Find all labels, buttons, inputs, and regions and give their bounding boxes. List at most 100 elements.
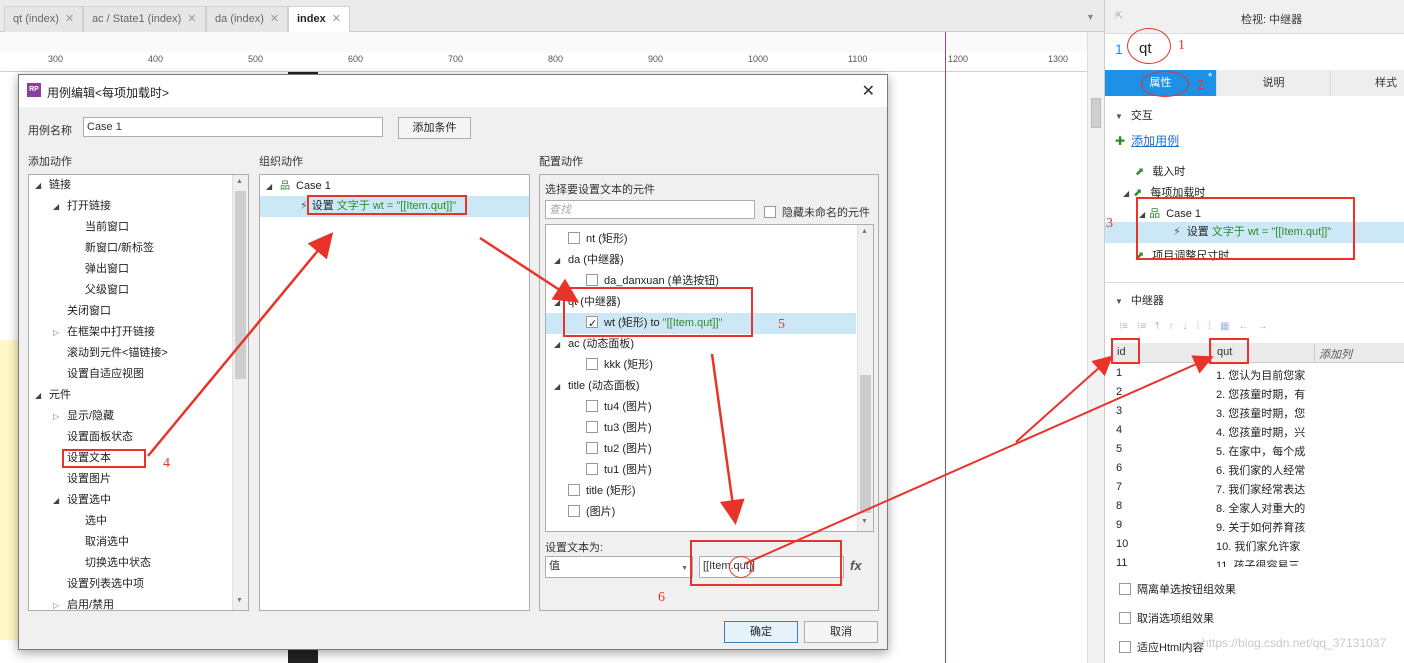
cell-id[interactable]: 8 xyxy=(1116,500,1122,512)
repeater-section[interactable]: ▼ 中继器 xyxy=(1115,292,1164,308)
expand-arrow-icon[interactable]: ◢ xyxy=(35,175,49,196)
cell-id[interactable]: 3 xyxy=(1116,405,1122,417)
cell-qut[interactable]: 8. 全家人对重大的 xyxy=(1216,500,1305,516)
option-fit-html[interactable]: 适应Html内容 xyxy=(1119,639,1204,655)
scroll-down-icon[interactable]: ▼ xyxy=(861,518,868,525)
table-row[interactable]: 11 11. 孩子很容易三 xyxy=(1110,557,1404,567)
move-right-icon[interactable]: → xyxy=(1257,321,1267,332)
action-item[interactable]: 新窗口/新标签 xyxy=(71,238,154,259)
action-item[interactable]: ▷ 启用/禁用 xyxy=(53,595,114,610)
widget-group[interactable]: ◢ ac (动态面板) xyxy=(546,334,856,355)
scroll-down-icon[interactable]: ▼ xyxy=(236,597,243,604)
cell-qut[interactable]: 4. 您孩童时期，兴 xyxy=(1216,424,1305,440)
cell-id[interactable]: 4 xyxy=(1116,424,1122,436)
collapse-arrow-icon[interactable]: ▷ xyxy=(53,322,67,343)
chevron-down-icon[interactable]: ▼ xyxy=(1115,112,1123,121)
checkbox-icon[interactable] xyxy=(586,274,598,286)
add-case-link[interactable]: ✚ 添加用例 xyxy=(1115,132,1179,149)
checkbox-icon[interactable] xyxy=(586,442,598,454)
widget-item[interactable]: tu3 (图片) xyxy=(546,418,856,439)
tab-da-index[interactable]: da (index) ✕ xyxy=(206,6,289,32)
scroll-up-icon[interactable]: ▲ xyxy=(236,178,243,185)
table-row[interactable]: 7 7. 我们家经常表达 xyxy=(1110,481,1404,500)
action-item[interactable]: 设置面板状态 xyxy=(53,427,133,448)
action-list[interactable]: ◢ 链接 ◢ 打开链接 当前窗口 新窗口/新标签 弹出窗口 父级窗口 关闭窗口 ▷ 在框架中打开链接… xyxy=(28,174,249,611)
scroll-up-icon[interactable]: ▲ xyxy=(861,228,868,235)
expand-arrow-icon[interactable]: ◢ xyxy=(35,385,49,406)
table-row[interactable]: 9 9. 关于如何养育孩 xyxy=(1110,519,1404,538)
action-item[interactable]: 父级窗口 xyxy=(71,280,129,301)
cell-id[interactable]: 7 xyxy=(1116,481,1122,493)
collapse-arrow-icon[interactable]: ▷ xyxy=(53,595,67,610)
cell-qut[interactable]: 3. 您孩童时期，您 xyxy=(1216,405,1305,421)
action-item[interactable]: 设置列表选中项 xyxy=(53,574,144,595)
option-isolate-radio[interactable]: 隔离单选按钮组效果 xyxy=(1119,581,1236,597)
action-item[interactable]: 切换选中状态 xyxy=(71,553,151,574)
table-row[interactable]: 10 10. 我们家允许家 xyxy=(1110,538,1404,557)
move-top-icon[interactable]: ⤒ xyxy=(1155,321,1159,332)
expand-arrow-icon[interactable]: ◢ xyxy=(53,490,67,511)
add-condition-button[interactable]: 添加条件 xyxy=(398,117,471,139)
cell-id[interactable]: 2 xyxy=(1116,386,1122,398)
widget-item[interactable]: kkk (矩形) xyxy=(546,355,856,376)
search-input[interactable]: 查找 xyxy=(545,200,755,219)
checkbox-icon[interactable] xyxy=(586,358,598,370)
cancel-button[interactable]: 取消 xyxy=(804,621,878,643)
action-item[interactable]: ◢ 链接 xyxy=(35,175,71,196)
move-up-icon[interactable]: ↑ xyxy=(1168,321,1173,332)
hide-unnamed-checkbox[interactable]: 隐藏未命名的元件 xyxy=(764,204,870,220)
widget-item[interactable]: tu4 (图片) xyxy=(546,397,856,418)
checkbox-icon[interactable] xyxy=(586,463,598,475)
cell-id[interactable]: 10 xyxy=(1116,538,1128,550)
action-item[interactable]: 当前窗口 xyxy=(71,217,129,238)
cell-id[interactable]: 5 xyxy=(1116,443,1122,455)
chevron-down-icon[interactable]: ▼ xyxy=(1115,297,1123,306)
checkbox-icon[interactable] xyxy=(568,484,580,496)
widget-tree-scrollbar[interactable]: ▲ ▼ xyxy=(857,225,873,531)
action-item[interactable]: ◢ 设置选中 xyxy=(53,490,111,511)
widget-group[interactable]: ◢ da (中继器) xyxy=(546,250,856,271)
interaction-section[interactable]: ▼ 交互 xyxy=(1115,107,1153,123)
checkbox-icon[interactable] xyxy=(568,505,580,517)
scrollbar-thumb[interactable] xyxy=(235,191,246,379)
action-item[interactable]: 弹出窗口 xyxy=(71,259,129,280)
delete-column-icon[interactable]: ⁞ xyxy=(1208,321,1211,332)
table-row[interactable]: 5 5. 在家中，每个成 xyxy=(1110,443,1404,462)
ok-button[interactable]: 确定 xyxy=(724,621,798,643)
collapse-arrow-icon[interactable]: ▷ xyxy=(53,406,67,427)
pin-icon[interactable]: ⇱ xyxy=(1115,11,1123,22)
tab-ac-state1[interactable]: ac / State1 (index) ✕ xyxy=(83,6,206,32)
option-cancel-group[interactable]: 取消选项组效果 xyxy=(1119,610,1214,626)
close-icon[interactable]: ✕ xyxy=(332,13,341,25)
event-load[interactable]: ⬈ 载入时 xyxy=(1135,163,1185,179)
action-item[interactable]: 设置图片 xyxy=(53,469,111,490)
cell-id[interactable]: 9 xyxy=(1116,519,1122,531)
value-mode-select[interactable]: 值 ▼ xyxy=(545,556,693,578)
cell-qut[interactable]: 11. 孩子很容易三 xyxy=(1216,557,1300,567)
action-item[interactable]: 滚动到元件<锚链接> xyxy=(53,343,168,364)
cell-qut[interactable]: 7. 我们家经常表达 xyxy=(1216,481,1305,497)
add-column-button[interactable]: 添加列 xyxy=(1319,346,1352,362)
insert-row-icon[interactable]: ⁝≡ xyxy=(1119,321,1128,332)
action-item[interactable]: ▷ 显示/隐藏 xyxy=(53,406,114,427)
tab-index[interactable]: index ✕ xyxy=(288,6,350,33)
checkbox-icon[interactable] xyxy=(1119,612,1131,624)
action-item[interactable]: ◢ 打开链接 xyxy=(53,196,111,217)
cell-id[interactable]: 6 xyxy=(1116,462,1122,474)
tab-menu-icon[interactable]: ▼ xyxy=(1086,12,1095,22)
expand-arrow-icon[interactable]: ◢ xyxy=(1123,189,1129,198)
action-item[interactable]: 关闭窗口 xyxy=(53,301,111,322)
checkbox-icon[interactable] xyxy=(568,232,580,244)
action-list-scrollbar[interactable]: ▲ ▼ xyxy=(232,175,248,610)
cell-qut[interactable]: 9. 关于如何养育孩 xyxy=(1216,519,1305,535)
cell-qut[interactable]: 1. 您认为目前您家 xyxy=(1216,367,1305,383)
table-row[interactable]: 2 2. 您孩童时期，有 xyxy=(1110,386,1404,405)
table-row[interactable]: 8 8. 全家人对重大的 xyxy=(1110,500,1404,519)
cell-qut[interactable]: 6. 我们家的人经常 xyxy=(1216,462,1305,478)
action-item[interactable]: 设置自适应视图 xyxy=(53,364,144,385)
case-node[interactable]: ◢ 品 Case 1 xyxy=(266,176,331,197)
expand-arrow-icon[interactable]: ◢ xyxy=(554,334,568,355)
close-icon[interactable]: ✕ xyxy=(270,13,279,25)
checkbox-icon[interactable] xyxy=(586,400,598,412)
tab-notes[interactable]: 说明 xyxy=(1217,70,1331,96)
